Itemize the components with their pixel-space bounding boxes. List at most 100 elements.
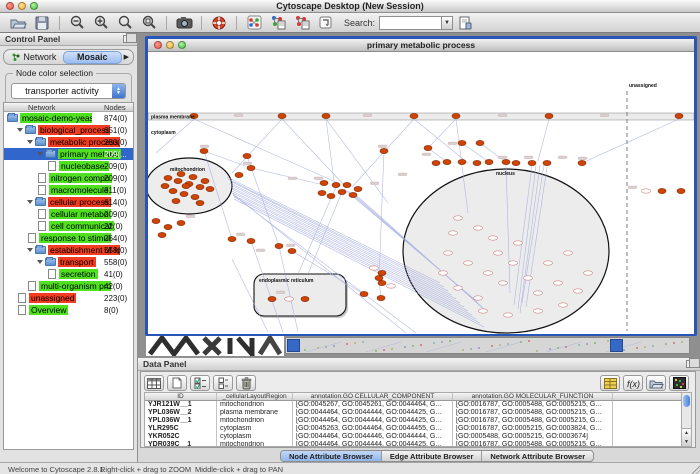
tree-row-establishment-of-lo[interactable]: establishment of lo558(0) <box>4 244 133 256</box>
tab-mosaic[interactable]: Mosaic <box>63 51 122 64</box>
network-node[interactable] <box>158 232 166 237</box>
network-canvas[interactable]: plasma membrane cytoplasm mitochondrion … <box>148 53 694 334</box>
network-node[interactable] <box>169 188 177 193</box>
table-row[interactable]: YKR052Ccytoplasm[GO:0044464, GO:0044446,… <box>145 433 683 441</box>
network-node[interactable] <box>177 220 185 225</box>
close-button[interactable] <box>154 41 162 49</box>
network-node[interactable] <box>432 160 440 165</box>
network-node[interactable] <box>378 270 386 275</box>
create-attribute-button[interactable] <box>167 375 187 391</box>
network-node[interactable] <box>322 113 330 118</box>
network-node[interactable] <box>502 159 510 164</box>
table-row[interactable]: YPL036W__1mitochondrion[GO:0044464, GO:0… <box>145 417 683 425</box>
network-node[interactable] <box>354 186 362 191</box>
network-node[interactable] <box>247 165 255 170</box>
network-node[interactable] <box>377 295 385 300</box>
network-view-window[interactable]: primary metabolic process plasma membran… <box>145 36 697 336</box>
network-node[interactable] <box>196 184 204 189</box>
network-node[interactable] <box>182 183 190 188</box>
background-window-overview[interactable] <box>146 336 284 356</box>
tree-row-nucleobase-[interactable]: nucleobase-209(0) <box>4 160 133 172</box>
network-node[interactable] <box>380 148 388 153</box>
network-node[interactable] <box>338 189 346 194</box>
minimize-button[interactable] <box>166 41 174 49</box>
network-node[interactable] <box>439 271 448 275</box>
expander-icon[interactable] <box>27 140 33 144</box>
tree-row-unassigned[interactable]: unassigned223(0) <box>4 292 133 304</box>
network-node[interactable] <box>378 280 386 285</box>
network-node[interactable] <box>574 289 583 293</box>
annotation-button[interactable] <box>315 14 337 31</box>
tab-node-attribute-browser[interactable]: Node Attribute Browser <box>281 451 382 461</box>
more-tabs-arrow[interactable]: ▶ <box>122 53 131 61</box>
column-header[interactable]: annotation.GO MOLECULAR_FUNCTION <box>453 393 613 400</box>
network-node[interactable] <box>474 226 483 230</box>
network-node[interactable] <box>349 192 357 197</box>
column-header[interactable] <box>613 393 677 400</box>
network-node[interactable] <box>677 188 685 193</box>
table-row[interactable]: YLR295Ccytoplasm[GO:0045263, GO:0044464,… <box>145 425 683 433</box>
import-attributes-button[interactable] <box>646 375 666 391</box>
network-node[interactable] <box>164 175 172 180</box>
network-node[interactable] <box>479 309 488 313</box>
dropdown-stepper-icon[interactable]: ▲▼ <box>112 84 125 98</box>
network-node[interactable] <box>564 251 573 255</box>
network-node[interactable] <box>301 296 309 301</box>
float-panel-icon[interactable] <box>686 360 695 368</box>
network-node[interactable] <box>449 231 458 235</box>
network-node[interactable] <box>200 148 208 153</box>
save-button[interactable] <box>31 14 53 31</box>
network-node[interactable] <box>642 189 651 193</box>
tree-row-mosaic-demo-yeast[interactable]: mosaic-demo-yeast874(0) <box>4 112 133 124</box>
network-node[interactable] <box>189 174 197 179</box>
network-node[interactable] <box>247 238 255 243</box>
network-node[interactable] <box>285 297 294 301</box>
network-node[interactable] <box>559 303 568 307</box>
network-node[interactable] <box>543 160 551 165</box>
network-node[interactable] <box>275 243 283 248</box>
tree-header[interactable]: Network Nodes <box>4 103 133 112</box>
network-node[interactable] <box>278 113 286 118</box>
tab-network[interactable]: Network <box>6 51 63 64</box>
network-node[interactable] <box>152 218 160 223</box>
tree-row-biological-process[interactable]: biological_process651(0) <box>4 124 133 136</box>
network-node[interactable] <box>370 266 379 270</box>
zoom-actual-button[interactable] <box>114 14 136 31</box>
search-input[interactable] <box>379 16 441 30</box>
unselect-all-attributes-button[interactable] <box>213 375 233 391</box>
select-attributes-button[interactable] <box>144 375 164 391</box>
column-header[interactable]: _cellularLayoutRegion <box>217 393 293 400</box>
expander-icon[interactable] <box>27 248 33 252</box>
snapshot-button[interactable] <box>173 14 195 31</box>
scrollbar-thumb[interactable] <box>683 395 690 407</box>
network-node[interactable] <box>410 113 418 118</box>
function-builder-button[interactable]: f(x) <box>623 375 643 391</box>
tree-row-cell-communicat[interactable]: cell communicat22(0) <box>4 220 133 232</box>
delete-attribute-button[interactable] <box>236 375 256 391</box>
tab-edge-attribute-browser[interactable]: Edge Attribute Browser <box>382 451 482 461</box>
network-node[interactable] <box>424 145 432 150</box>
table-row[interactable]: YJR121W__1mitochondrion[GO:0045267, GO:0… <box>145 401 683 409</box>
column-header[interactable]: ID <box>145 393 217 400</box>
expander-icon[interactable] <box>27 200 33 204</box>
network-node[interactable] <box>545 113 553 118</box>
tab-network-attribute-browser[interactable]: Network Attribute Browser <box>482 451 593 461</box>
network-node[interactable] <box>658 188 666 193</box>
network-node[interactable] <box>201 178 209 183</box>
zoom-fit-button[interactable] <box>138 14 160 31</box>
open-file-button[interactable] <box>7 14 29 31</box>
attribute-table-button[interactable] <box>600 375 620 391</box>
tree-column-nodes[interactable]: Nodes <box>104 103 126 112</box>
tree-row-nitrogen-compo[interactable]: nitrogen compo209(0) <box>4 172 133 184</box>
tree-row-cellular-metabo[interactable]: cellular metabo209(0) <box>4 208 133 220</box>
network-node[interactable] <box>534 291 543 295</box>
network-node[interactable] <box>161 183 169 188</box>
network-node[interactable] <box>164 224 172 229</box>
network-node[interactable] <box>327 193 335 198</box>
network-node[interactable] <box>387 284 396 288</box>
zoom-out-button[interactable] <box>66 14 88 31</box>
network-node[interactable] <box>484 271 493 275</box>
network-node[interactable] <box>578 160 586 165</box>
tree-row-cellular-process[interactable]: cellular process614(0) <box>4 196 133 208</box>
network-node[interactable] <box>509 261 518 265</box>
